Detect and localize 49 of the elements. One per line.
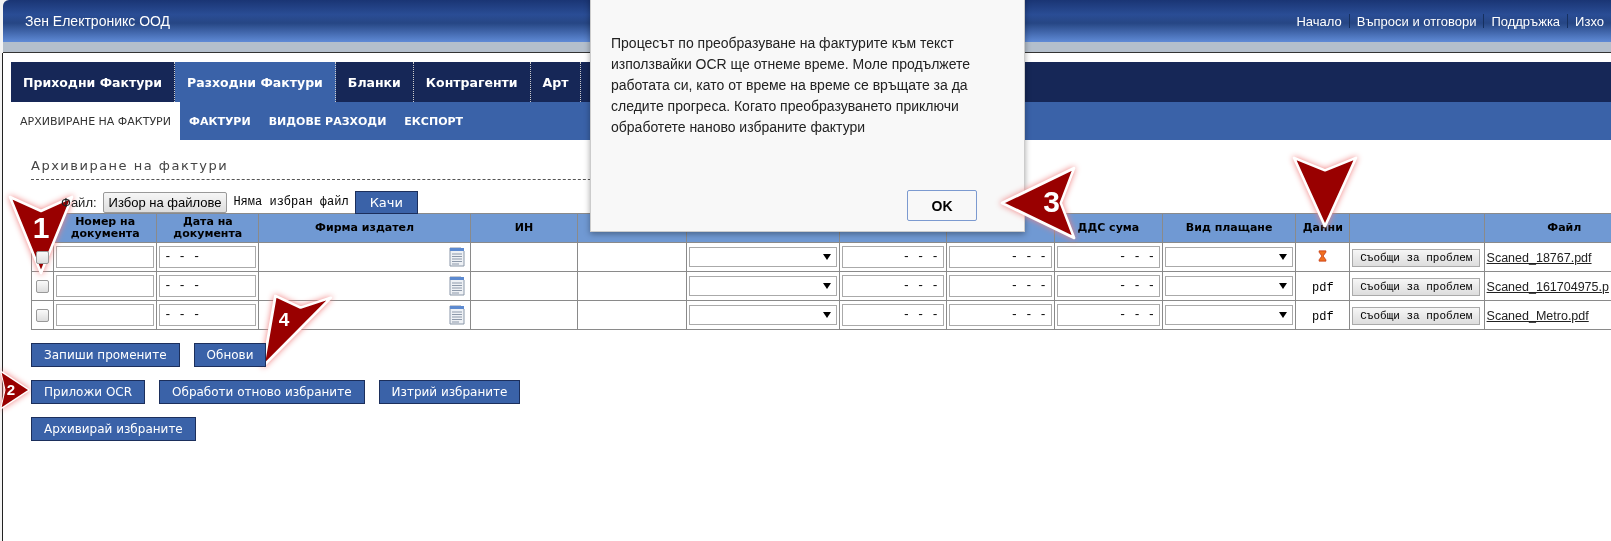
report-problem-button[interactable]: Съобщи за проблем: [1352, 307, 1481, 325]
step-number: 4: [277, 310, 291, 330]
header-link[interactable]: Въпроси и отговори: [1349, 13, 1484, 29]
column-header: Вид плащане: [1162, 213, 1296, 243]
amount-field[interactable]: - - -: [842, 246, 944, 268]
amount-field[interactable]: - - -: [948, 304, 1052, 326]
column-header: Дата на документа: [156, 213, 259, 243]
report-problem-button[interactable]: Съобщи за проблем: [1352, 278, 1481, 296]
section-title: Архивиране на фактури: [31, 158, 230, 173]
date-field[interactable]: - - -: [159, 275, 257, 297]
data-format: pdf: [1312, 310, 1334, 324]
upload-button[interactable]: Качи: [354, 190, 418, 214]
action-button[interactable]: Запиши промените: [31, 343, 180, 367]
header-link[interactable]: Начало: [1289, 13, 1349, 29]
column-header: Номер на документа: [53, 213, 157, 243]
action-button[interactable]: Обнови: [193, 343, 267, 367]
header-link[interactable]: Поддръжка: [1484, 13, 1568, 29]
step-number: 1: [31, 212, 51, 243]
data-format: pdf: [1312, 281, 1334, 295]
file-label: Файл:: [61, 194, 97, 210]
header-link[interactable]: Изхо: [1568, 13, 1611, 29]
action-button[interactable]: Приложи OCR: [31, 380, 146, 404]
amount-field[interactable]: - - -: [948, 275, 1052, 297]
amount-field[interactable]: - - -: [948, 246, 1052, 268]
column-header: ИН: [470, 213, 578, 243]
sub-tab[interactable]: ФАКТУРИ: [179, 102, 260, 140]
amount-field[interactable]: - - -: [1056, 304, 1160, 326]
amount-field[interactable]: - - -: [1056, 246, 1160, 268]
dialog-message: Процесът по преобразуване на фактурите към текст използвайки OCR ще отнеме време. Моле продължете работата си, като от време на време се връщате за да следите прогреса. Когато преобразуването приключи обработете наново избраните фактури: [611, 34, 972, 137]
column-header: Файл: [1484, 213, 1611, 243]
column-header: Фирма издател: [258, 213, 471, 243]
report-problem-button[interactable]: Съобщи за проблем: [1352, 249, 1481, 267]
amount-field[interactable]: - - -: [1056, 275, 1160, 297]
date-field[interactable]: - - -: [159, 246, 257, 268]
ok-button[interactable]: OK: [907, 190, 977, 221]
sub-tab[interactable]: ЕКСПОРТ: [395, 102, 473, 140]
file-status: Няма избран файл: [233, 195, 349, 209]
amount-field[interactable]: - - -: [842, 304, 944, 326]
action-button[interactable]: Изтрий избраните: [378, 380, 521, 404]
choose-files-button[interactable]: Избор на файлове: [102, 191, 228, 213]
action-button[interactable]: Обработи отново избраните: [159, 380, 365, 404]
amount-field[interactable]: - - -: [842, 275, 944, 297]
company-name: Зен Електроникс ООД: [25, 13, 171, 29]
nav-tab[interactable]: Разходни Фактури: [175, 62, 336, 102]
sub-tab[interactable]: АРХИВИРАНЕ НА ФАКТУРИ: [11, 102, 180, 140]
date-field[interactable]: - - -: [159, 304, 257, 326]
step-number: 2: [5, 382, 17, 398]
action-button[interactable]: Архивирай избраните: [31, 417, 196, 441]
sub-tab[interactable]: ВИДОВЕ РАЗХОДИ: [259, 102, 396, 140]
